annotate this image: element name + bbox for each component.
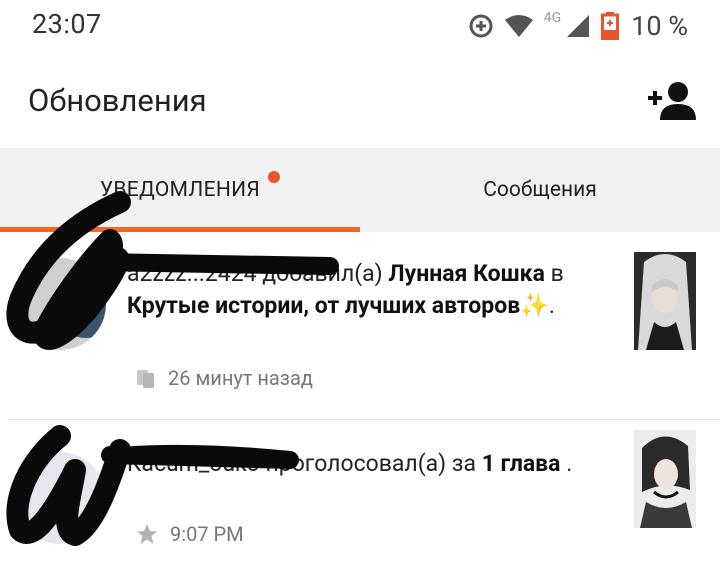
status-bar: 23:07 4G 10 % [0,0,720,52]
notification-item[interactable]: a2zzz...2424 добавил(а) Лунная Кошка в К… [0,232,720,420]
connector-text: в [550,260,564,287]
cover-image [634,430,696,528]
data-saver-icon [469,14,493,38]
avatar[interactable] [14,452,106,544]
punctuation: . [548,292,555,319]
battery-percent: 10 % [631,10,688,42]
status-time: 23:07 [32,8,102,40]
battery-icon [601,12,620,40]
add-user-icon [648,82,696,120]
status-icons: 4G 10 % [468,10,688,42]
wifi-icon [504,15,533,37]
timestamp: 9:07 PM [170,522,244,546]
action-text: добавил(а) [262,260,383,287]
tab-notifications[interactable]: УВЕДОМЛЕНИЯ [0,148,360,232]
punctuation: . [566,450,573,477]
notification-meta: 26 минут назад [136,366,313,390]
network-type-label: 4G [543,10,562,26]
action-text: проголосовал(а) за [265,450,477,477]
app-bar: Обновления [0,52,720,148]
chapter-cover-thumbnail[interactable] [634,430,696,528]
username-redacted[interactable]: a2zzz...2424 [127,260,257,287]
chapter-link[interactable]: 1 глава [482,450,561,477]
notification-item[interactable]: Kacum_ouko проголосовал(а) за 1 глава . [0,420,720,580]
timestamp: 26 минут назад [168,366,313,390]
page-title: Обновления [28,82,207,119]
tab-bar: УВЕДОМЛЕНИЯ Сообщения [0,148,720,232]
notification-list: a2zzz...2424 добавил(а) Лунная Кошка в К… [0,232,720,580]
reading-list-link[interactable]: Крутые истории, от лучших авторов✨ [127,292,549,319]
username-redacted[interactable]: Kacum_ouko [127,450,260,477]
notification-text: a2zzz...2424 добавил(а) Лунная Кошка в К… [127,258,617,322]
notification-text: Kacum_ouko проголосовал(а) за 1 глава . [127,448,617,480]
copy-icon [137,370,154,388]
tab-messages-label: Сообщения [483,178,597,202]
notification-meta-2: 9:07 PM [136,522,244,546]
cover-image [634,252,696,350]
star-icon [137,524,157,544]
add-user-button[interactable] [646,80,696,120]
tab-notifications-label: УВЕДОМЛЕНИЯ [99,178,261,202]
avatar[interactable] [14,258,106,350]
tab-messages[interactable]: Сообщения [360,148,720,232]
notification-badge [268,171,280,183]
signal-icon [567,15,590,37]
story-cover-thumbnail[interactable] [634,252,696,350]
story-title-link[interactable]: Лунная Кошка [388,260,545,287]
